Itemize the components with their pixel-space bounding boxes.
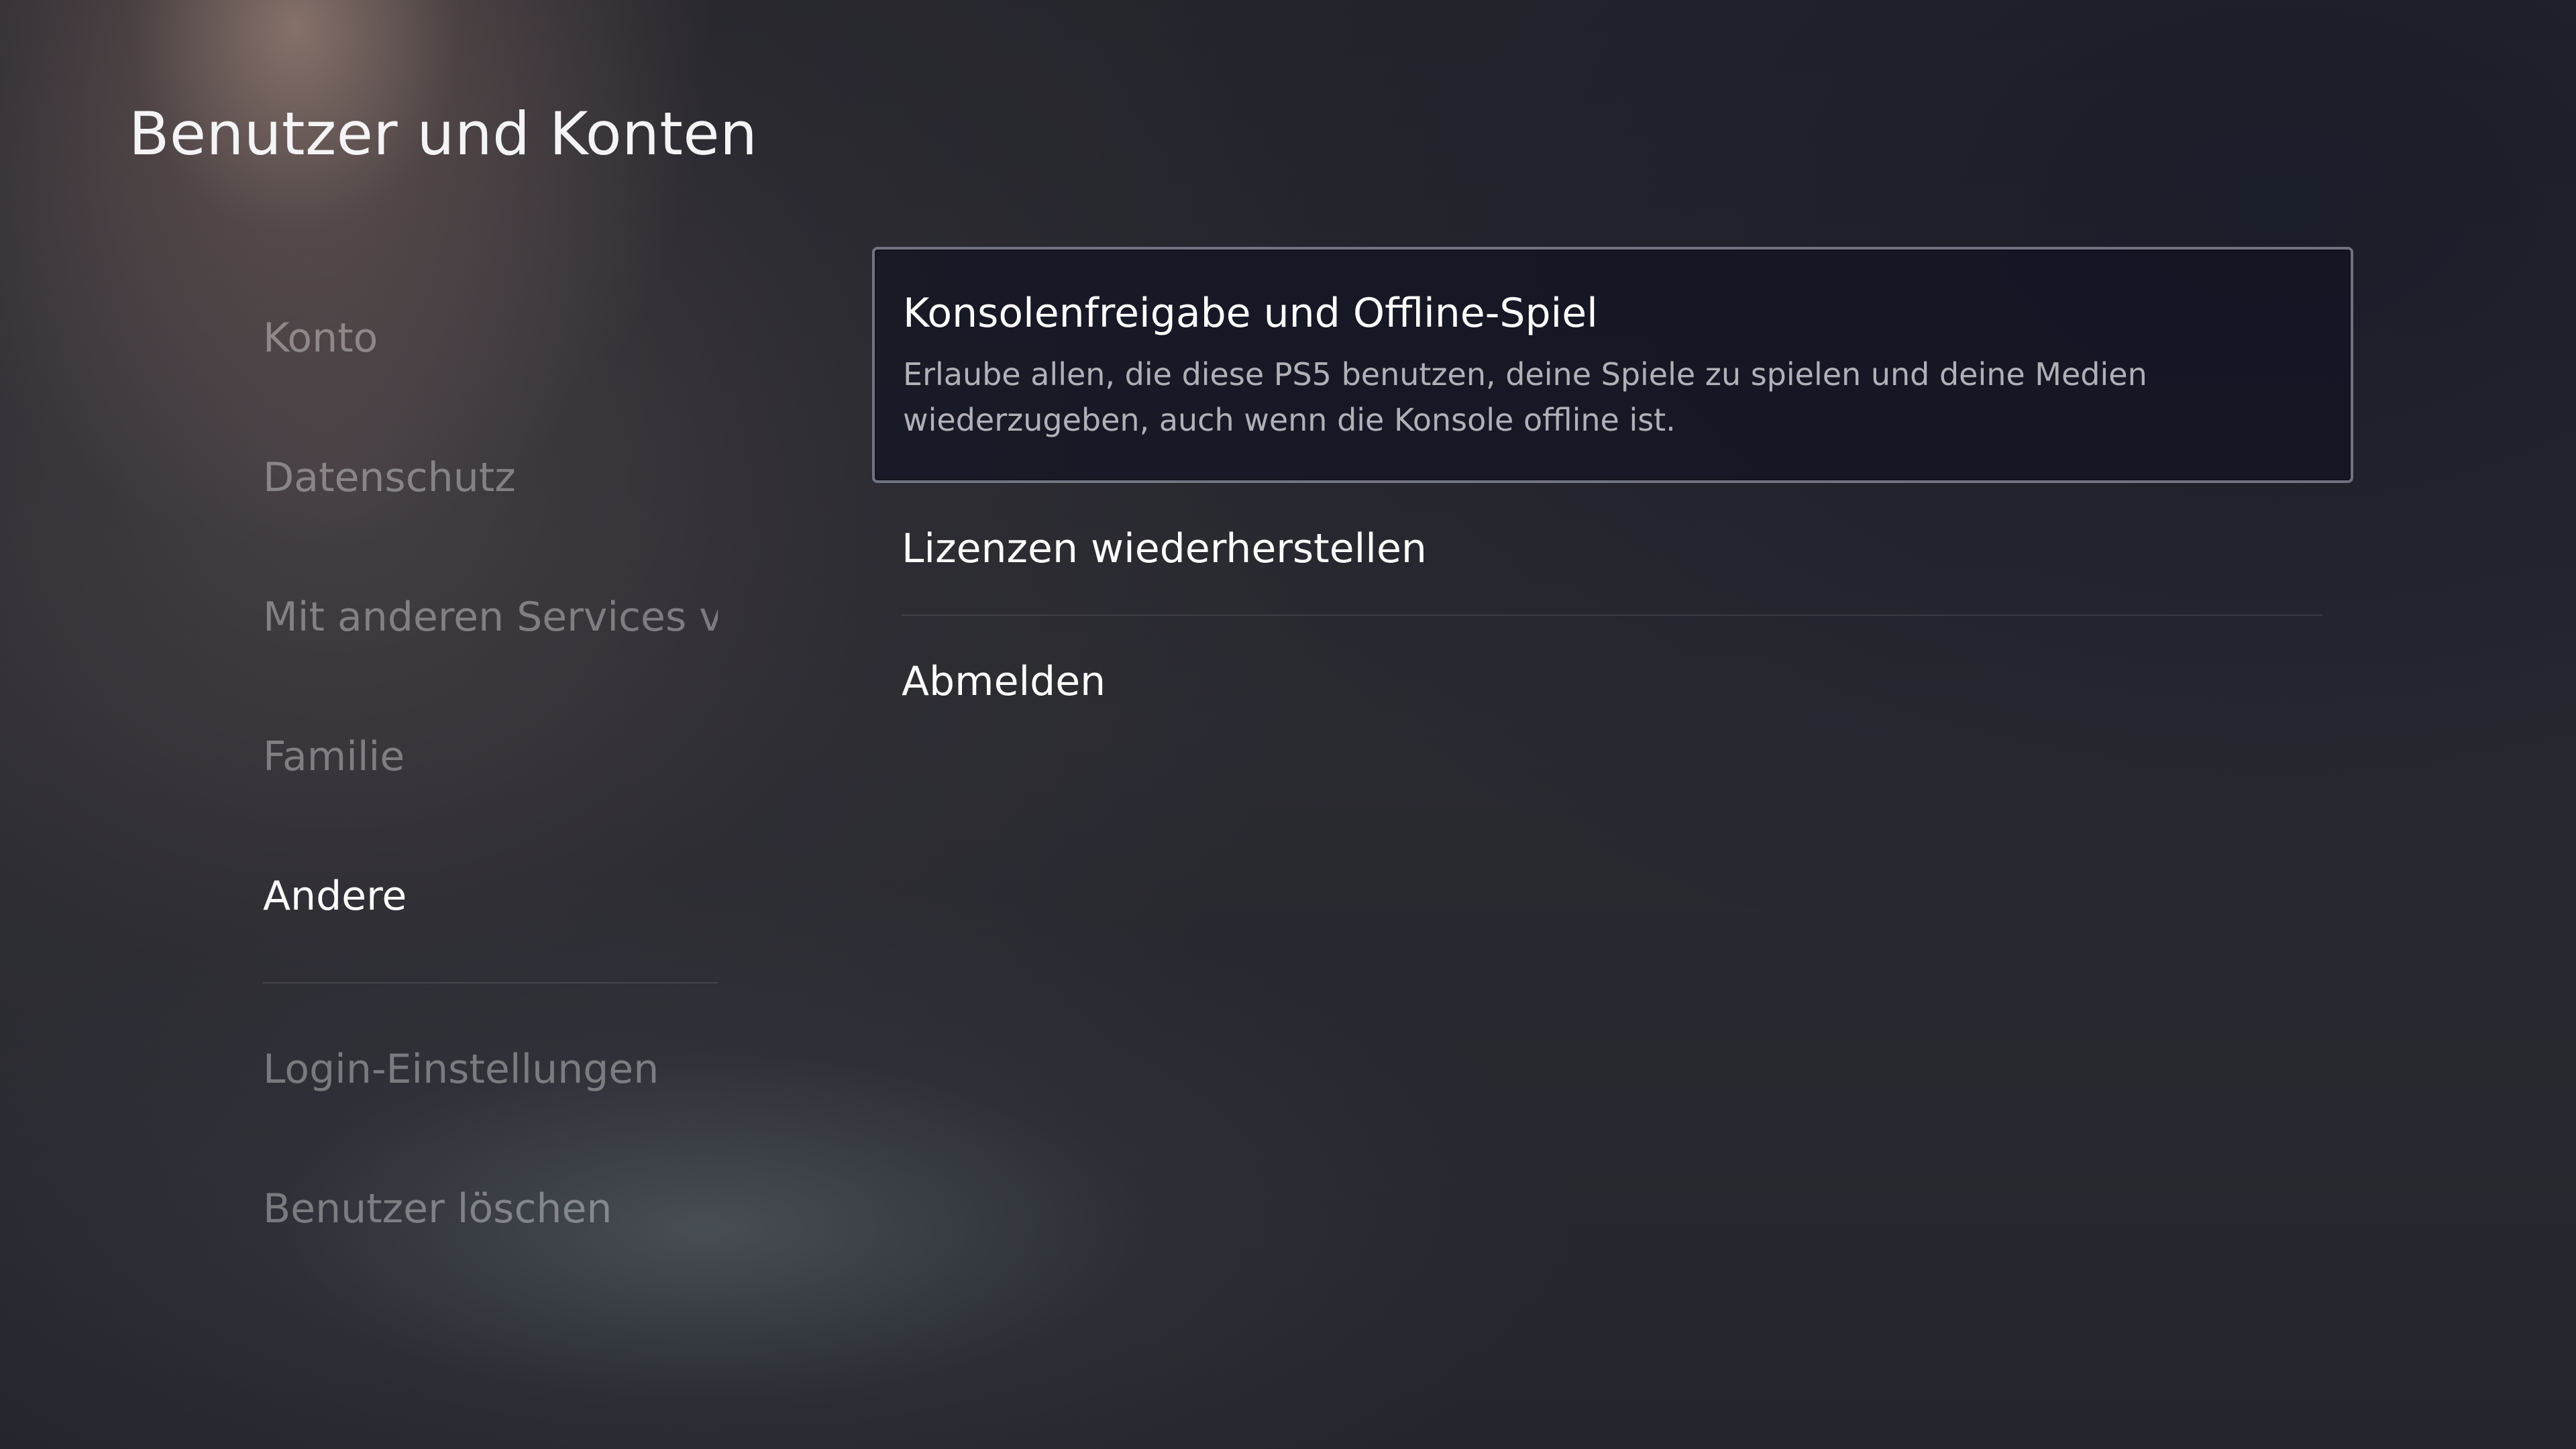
sidebar-item-andere[interactable]: Andere [263, 826, 718, 966]
page-title: Benutzer und Konten [129, 99, 758, 168]
sidebar-item-konto[interactable]: Konto [263, 268, 718, 408]
option-title: Konsolenfreigabe und Offline-Spiel [903, 290, 1598, 337]
sidebar-item-delete-user[interactable]: Benutzer löschen [263, 1139, 718, 1279]
sidebar-nav: Konto Datenschutz Mit anderen Services v… [263, 268, 718, 1279]
sidebar-item-datenschutz[interactable]: Datenschutz [263, 408, 718, 547]
option-console-sharing[interactable]: Konsolenfreigabe und Offline-Spiel Erlau… [872, 247, 2353, 483]
sidebar-item-familie[interactable]: Familie [263, 687, 718, 826]
sidebar-item-other-services[interactable]: Mit anderen Services v... [263, 547, 718, 687]
option-description: Erlaube allen, die diese PS5 benutzen, d… [903, 356, 2147, 438]
option-sign-out[interactable]: Abmelden [902, 616, 2322, 747]
sidebar-item-login-settings[interactable]: Login-Einstellungen [263, 1000, 718, 1139]
options-list: Konsolenfreigabe und Offline-Spiel Erlau… [872, 247, 2353, 747]
option-restore-licenses[interactable]: Lizenzen wiederherstellen [902, 483, 2322, 614]
sidebar-divider [263, 982, 718, 983]
